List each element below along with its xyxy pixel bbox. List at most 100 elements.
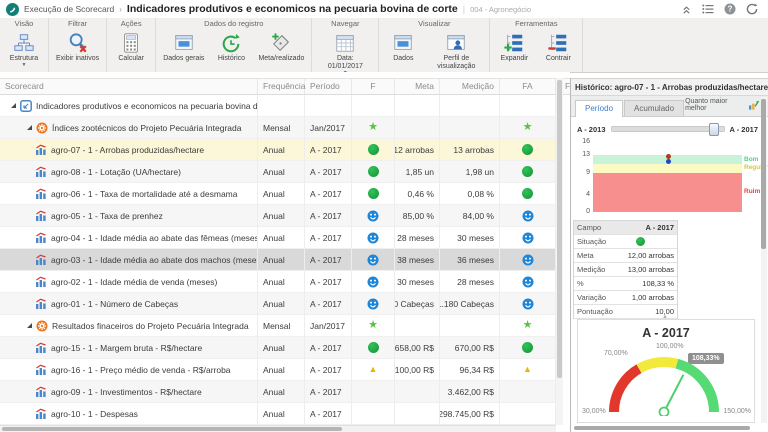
ribbon-button-contrair[interactable]: Contrair bbox=[536, 30, 580, 72]
table-row[interactable]: agro-07 - 1 - Arrobas produzidas/hectare… bbox=[0, 139, 556, 161]
cell-medicao: 84,00 % bbox=[440, 205, 500, 226]
ribbon-button-calcular[interactable]: Calcular bbox=[109, 30, 153, 72]
profile-icon bbox=[445, 32, 467, 54]
view-list-icon[interactable] bbox=[702, 4, 714, 14]
indicator-icon bbox=[35, 210, 47, 221]
perspective-icon bbox=[36, 122, 48, 134]
ribbon-tab-visao[interactable]: Visão bbox=[0, 18, 48, 30]
refresh-icon[interactable] bbox=[746, 3, 758, 15]
ribbon-tab-dados-do-registro[interactable]: Dados do registro bbox=[156, 18, 311, 30]
breadcrumb-app[interactable]: Execução de Scorecard bbox=[24, 4, 114, 14]
cell-fa-status bbox=[500, 249, 556, 270]
status-star-icon: ★ bbox=[368, 122, 378, 133]
cell-periodo: Jan/2017 bbox=[305, 315, 352, 336]
panel-vertical-scrollbar[interactable] bbox=[761, 97, 767, 423]
cell-medicao: 30 meses bbox=[440, 227, 500, 248]
table-row[interactable]: agro-15 - 1 - Margem bruta - R$/hectare … bbox=[0, 337, 556, 359]
table-row[interactable]: agro-09 - 1 - Investimentos - R$/hectare… bbox=[0, 381, 556, 403]
ribbon-button-perfil-de-visualizacao[interactable]: Perfil de visualização bbox=[425, 30, 487, 72]
column-header-frequencia[interactable]: Frequência bbox=[258, 79, 305, 94]
status-ok-icon bbox=[522, 166, 533, 177]
table-row[interactable]: agro-08 - 1 - Lotação (UA/hectare) Anual… bbox=[0, 161, 556, 183]
table-row[interactable]: agro-16 - 1 - Preço médio de venda - R$/… bbox=[0, 359, 556, 381]
history-panel: Histórico: agro-07 - 1 - Arrobas produzi… bbox=[570, 78, 768, 432]
ribbon-tab-acoes[interactable]: Ações bbox=[107, 18, 155, 30]
cell-periodo: A - 2017 bbox=[305, 271, 352, 292]
table-row[interactable]: agro-10 - 1 - Despesas Anual A - 2017 29… bbox=[0, 403, 556, 425]
app-logo-icon bbox=[6, 3, 19, 16]
campo-table: CampoA - 2017SituaçãoMeta12,00 arrobasMe… bbox=[573, 220, 678, 319]
cell-f-status bbox=[352, 337, 395, 358]
ribbon-button-dados[interactable]: Dados bbox=[381, 30, 425, 72]
cell-fa-status bbox=[500, 403, 556, 424]
ribbon-tab-navegar[interactable]: Navegar bbox=[312, 18, 378, 30]
panel-tab-periodo[interactable]: Período bbox=[575, 100, 623, 117]
table-horizontal-scrollbar[interactable] bbox=[0, 425, 556, 432]
column-header-meta[interactable]: Meta bbox=[395, 79, 440, 94]
slider-handle[interactable] bbox=[709, 123, 719, 136]
table-row[interactable]: Índices zootécnicos do Projeto Pecuária … bbox=[0, 117, 556, 139]
status-ok-icon bbox=[368, 144, 379, 155]
row-label: Resultados finaceiros do Projeto Pecuári… bbox=[52, 321, 249, 331]
panel-horizontal-scrollbar[interactable] bbox=[574, 426, 757, 430]
table-row[interactable]: Resultados finaceiros do Projeto Pecuári… bbox=[0, 315, 556, 337]
cell-frequencia: Anual bbox=[258, 227, 305, 248]
cell-fa-status bbox=[500, 271, 556, 292]
column-header-fa[interactable]: FA bbox=[500, 79, 556, 94]
cell-medicao bbox=[440, 315, 500, 336]
ribbon-tab-visualizar[interactable]: Visualizar bbox=[379, 18, 489, 30]
ribbon-tab-ferramentas[interactable]: Ferramentas bbox=[490, 18, 582, 30]
cell-meta bbox=[395, 315, 440, 336]
table-row[interactable]: agro-02 - 1 - Idade média de venda (mese… bbox=[0, 271, 556, 293]
status-smiley-icon bbox=[367, 254, 379, 266]
ribbon-button-estrutura[interactable]: Estrutura ▼ bbox=[2, 30, 46, 72]
table-row[interactable]: agro-01 - 1 - Número de Cabeças Anual A … bbox=[0, 293, 556, 315]
scrollbar-thumb[interactable] bbox=[557, 80, 562, 378]
y-axis-tick: 16 bbox=[574, 138, 590, 145]
table-row[interactable]: agro-03 - 1 - Idade média ao abate dos m… bbox=[0, 249, 556, 271]
slider-track[interactable] bbox=[611, 126, 725, 132]
column-header-scorecard[interactable]: Scorecard bbox=[0, 79, 258, 94]
scrollbar-thumb[interactable] bbox=[2, 427, 342, 431]
cell-meta: 100,00 R$ bbox=[395, 359, 440, 380]
help-icon[interactable]: ? bbox=[724, 3, 736, 15]
ribbon-button-expandir[interactable]: Expandir bbox=[492, 30, 536, 72]
column-header-medicao[interactable]: Medição bbox=[440, 79, 500, 94]
ribbon-tab-filtrar[interactable]: Filtrar bbox=[49, 18, 106, 30]
collapse-all-icon[interactable] bbox=[681, 4, 692, 15]
scrollbar-thumb[interactable] bbox=[574, 426, 750, 430]
column-header-f[interactable]: F bbox=[352, 79, 395, 94]
column-header-periodo[interactable]: Período bbox=[305, 79, 352, 94]
row-label: agro-10 - 1 - Despesas bbox=[51, 409, 138, 419]
page-title: Indicadores produtivos e economicos na p… bbox=[127, 3, 458, 15]
ribbon-button-meta-realizado[interactable]: Meta/realizado bbox=[253, 30, 309, 72]
ribbon-button-historico[interactable]: Histórico bbox=[209, 30, 253, 72]
panel-tabbar: PeríodoAcumulado Quanto maior melhor bbox=[571, 96, 768, 117]
slider-from-label: A - 2013 bbox=[577, 125, 606, 134]
indicator-icon bbox=[35, 342, 47, 353]
ribbon-button-dados-gerais[interactable]: Dados gerais bbox=[158, 30, 209, 72]
table-row[interactable]: agro-06 - 1 - Taxa de mortalidade até a … bbox=[0, 183, 556, 205]
tree-expander-icon[interactable] bbox=[27, 125, 32, 130]
table-row[interactable]: agro-05 - 1 - Taxa de prenhez Anual A - … bbox=[0, 205, 556, 227]
tree-expander-icon[interactable] bbox=[27, 323, 32, 328]
cell-f-status bbox=[352, 271, 395, 292]
cell-f-status: ★ bbox=[352, 117, 395, 138]
ribbon-button-exibir-inativos[interactable]: Exibir inativos bbox=[51, 30, 104, 72]
gauge-collapse-caret-icon[interactable]: ▲ bbox=[662, 314, 668, 320]
tree-expander-icon[interactable] bbox=[11, 103, 16, 108]
cell-f-status bbox=[352, 227, 395, 248]
cell-periodo: Jan/2017 bbox=[305, 117, 352, 138]
cell-frequencia: Anual bbox=[258, 139, 305, 160]
table-body: Indicadores produtivos e economicos na p… bbox=[0, 95, 556, 425]
table-row[interactable]: agro-04 - 1 - Idade média ao abate das f… bbox=[0, 227, 556, 249]
ribbon-group-acoes: Ações Calcular bbox=[107, 18, 156, 72]
table-vertical-scrollbar[interactable] bbox=[556, 78, 563, 425]
table-row[interactable]: Indicadores produtivos e economicos na p… bbox=[0, 95, 556, 117]
gauge-card: ▲ A - 2017 30,00% 70,00% 100,00% 150,00%… bbox=[577, 319, 755, 423]
scrollbar-thumb[interactable] bbox=[761, 99, 766, 249]
ribbon-button-data-01-01-2017[interactable]: Data: 01/01/2017 ▼ bbox=[314, 30, 376, 76]
cell-f-status bbox=[352, 95, 395, 116]
cell-fa-status: ★ bbox=[500, 117, 556, 138]
panel-tab-acumulado[interactable]: Acumulado bbox=[624, 100, 684, 116]
